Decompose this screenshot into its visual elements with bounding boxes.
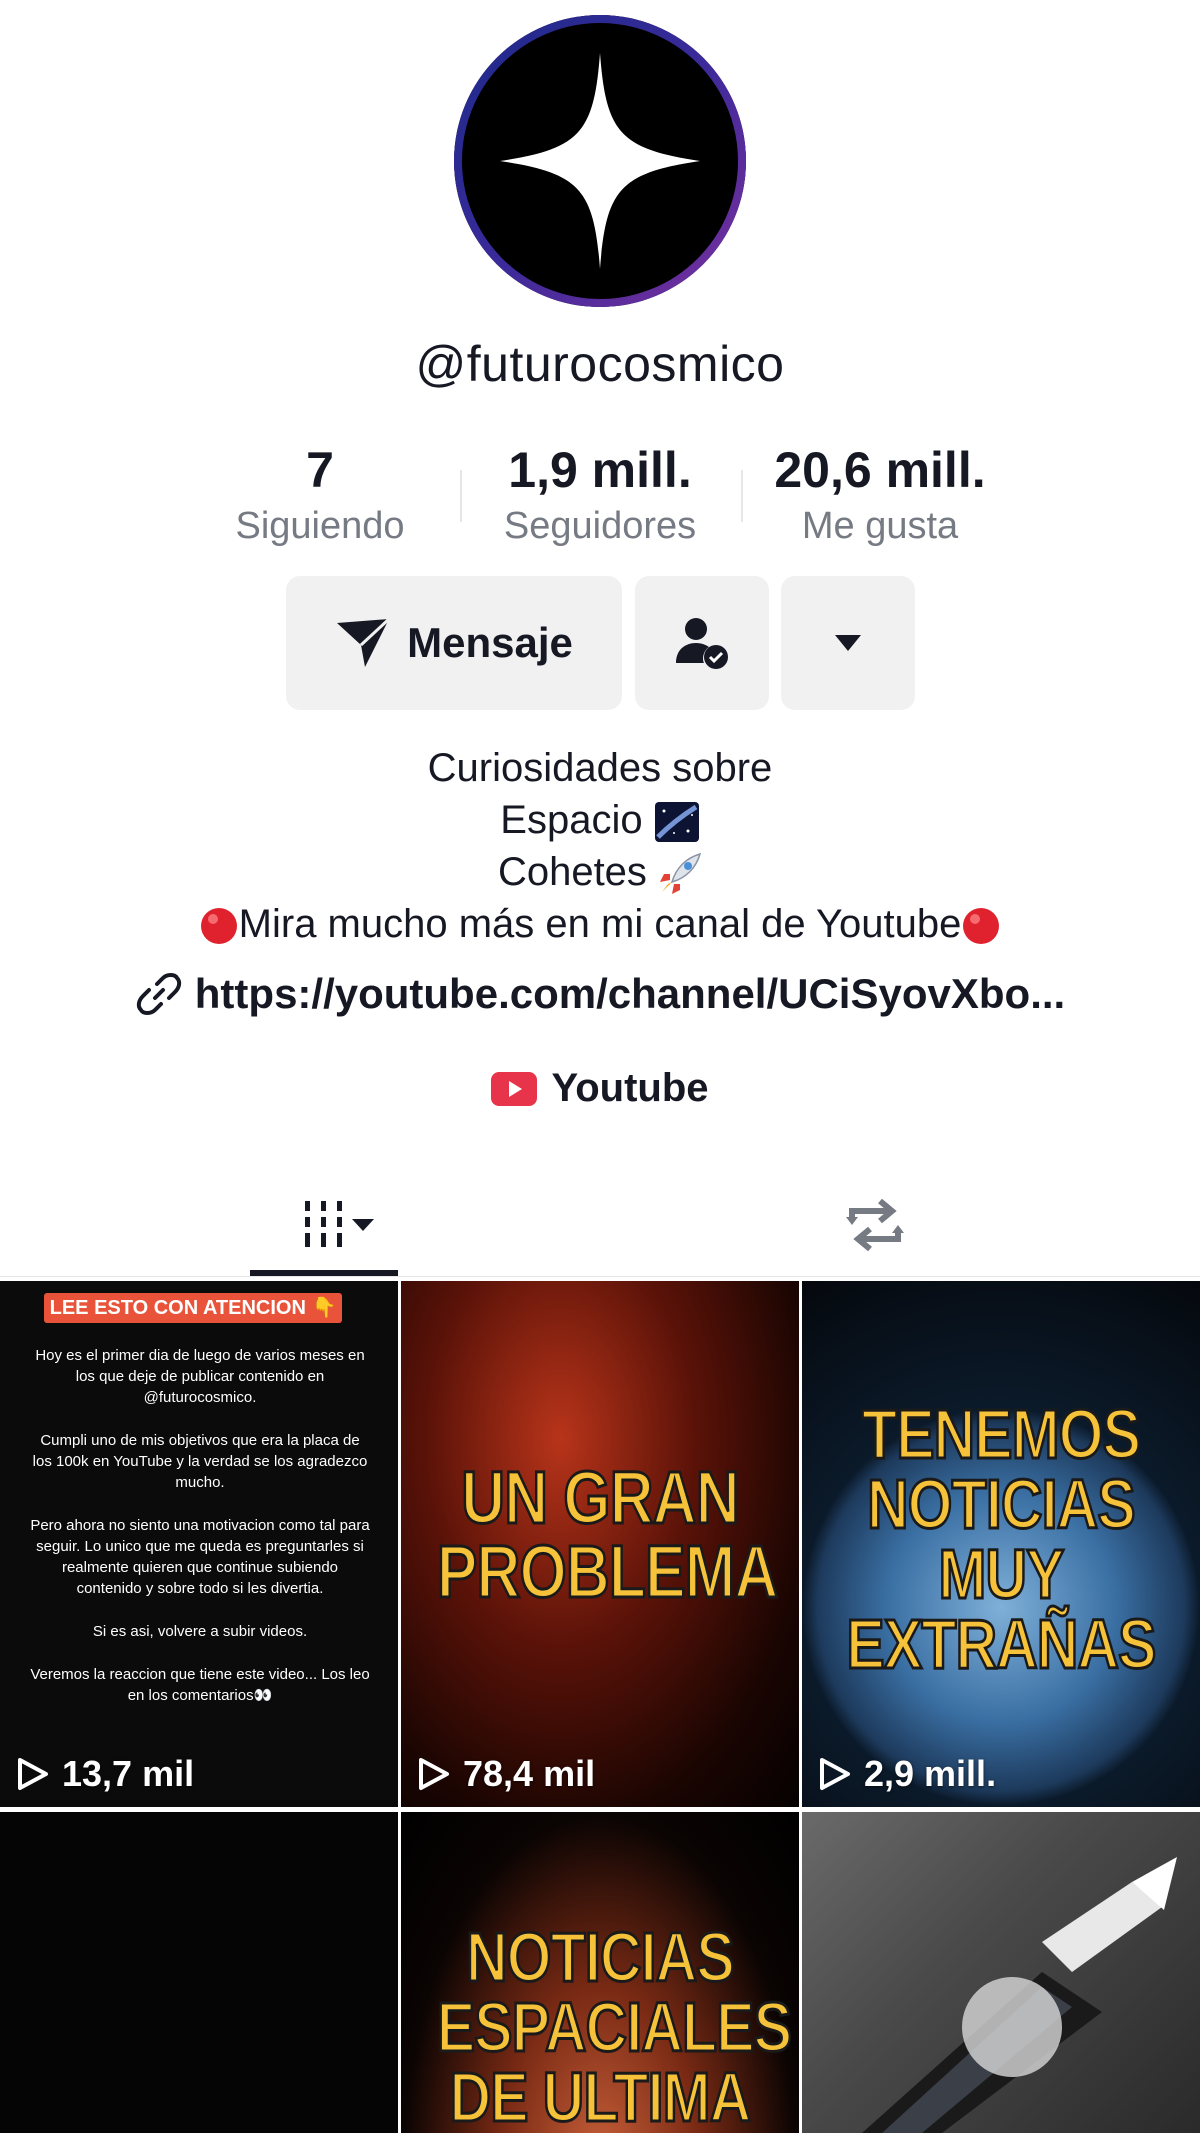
profile-link-url: https://youtube.com/channel/UCiSyovXbo..…: [194, 970, 1066, 1017]
rocket-icon: [660, 853, 702, 895]
bio-line-rockets: Cohetes: [0, 846, 1200, 898]
followers-label: Seguidores: [503, 505, 697, 547]
video-thumbnail[interactable]: LEE ESTO CON ATENCION 👇 Hoy es el primer…: [0, 1281, 398, 1807]
profile-bio: Curiosidades sobre Espacio Cohetes Mira …: [0, 742, 1200, 950]
play-icon: [18, 1758, 48, 1790]
sparkle-logo-icon: [454, 15, 746, 307]
bio-line: Curiosidades sobre: [427, 746, 773, 790]
youtube-icon: [491, 1071, 538, 1106]
more-options-button[interactable]: [781, 576, 915, 710]
stat-followers[interactable]: 1,9 mill. Seguidores: [460, 440, 740, 552]
video-title-line: EXTRAÑAS: [845, 1605, 1157, 1683]
video-thumbnail[interactable]: TENEMOS NOTICIAS MUY EXTRAÑAS 2,9 mill.: [802, 1281, 1200, 1807]
user-check-icon: [676, 618, 728, 669]
video-title-line: DE ULTIMA: [448, 2058, 752, 2133]
link-icon: [136, 973, 181, 1015]
view-count: 2,9 mill.: [818, 1753, 996, 1795]
youtube-social-link[interactable]: Youtube: [0, 1066, 1200, 1111]
caret-down-icon: [835, 635, 861, 651]
message-button[interactable]: Mensaje: [286, 576, 622, 710]
video-title-text: TENEMOS NOTICIAS MUY EXTRAÑAS: [838, 1395, 1164, 1683]
video-thumbnail[interactable]: [0, 1812, 398, 2133]
video-title-text: NOTICIAS ESPACIALES DE ULTIMA: [436, 1918, 794, 2133]
video-banner-text: LEE ESTO CON ATENCION 👇: [44, 1293, 342, 1323]
view-count: 13,7 mil: [16, 1753, 194, 1795]
video-thumbnail[interactable]: UN GRAN PROBLEMA 78,4 mil: [401, 1281, 799, 1807]
send-icon: [337, 617, 391, 667]
bio-line: Mira mucho más en mi canal de Youtube: [238, 902, 962, 946]
likes-count: 20,6 mill.: [774, 442, 986, 498]
play-icon: [820, 1758, 850, 1790]
likes-label: Me gusta: [801, 505, 959, 547]
profile-stats: 7 Siguiendo 1,9 mill. Seguidores 20,6 mi…: [0, 440, 1200, 560]
stat-likes[interactable]: 20,6 mill. Me gusta: [740, 440, 1020, 552]
play-icon: [419, 1758, 449, 1790]
video-title-line: NOTICIAS: [866, 1465, 1137, 1543]
tabs-divider: [0, 1276, 1200, 1277]
video-thumbnail[interactable]: [802, 1812, 1200, 2133]
profile-username: @futurocosmico: [415, 336, 785, 392]
video-title-line: NOTICIAS: [465, 1918, 736, 1996]
video-paragraph: Veremos la reaccion que tiene este video…: [30, 1666, 370, 1704]
milky-way-icon: [654, 802, 699, 843]
content-tabs: [0, 1170, 1200, 1280]
video-title-text: UN GRAN PROBLEMA: [436, 1456, 780, 1613]
caret-down-icon: [352, 1219, 374, 1231]
tab-reposts[interactable]: [800, 1170, 950, 1280]
following-label: Siguiendo: [235, 505, 405, 547]
video-title-line: UN GRAN: [460, 1456, 741, 1539]
message-button-label: Mensaje: [407, 619, 573, 666]
spacecraft-image: [862, 1857, 1177, 2133]
video-title-line: PROBLEMA: [436, 1530, 780, 1613]
view-count-text: 13,7 mil: [62, 1753, 195, 1794]
repost-icon: [846, 1198, 904, 1252]
bio-line-youtube: Mira mucho más en mi canal de Youtube: [0, 898, 1200, 950]
video-paragraph: Hoy es el primer dia de luego de varios …: [35, 1347, 365, 1406]
youtube-label: Youtube: [551, 1066, 709, 1110]
video-message-text: Hoy es el primer dia de luego de varios …: [30, 1345, 370, 1728]
tab-videos[interactable]: [250, 1170, 398, 1280]
view-count-text: 2,9 mill.: [864, 1753, 997, 1794]
view-count: 78,4 mil: [417, 1753, 595, 1795]
profile-avatar[interactable]: [454, 15, 746, 307]
video-paragraph: Si es asi, volvere a subir videos.: [92, 1623, 308, 1640]
video-title-line: MUY: [937, 1535, 1065, 1613]
following-count: 7: [306, 442, 334, 498]
view-count-text: 78,4 mil: [463, 1753, 596, 1794]
video-title-line: ESPACIALES: [436, 1988, 794, 2066]
bio-line-space: Espacio: [0, 794, 1200, 846]
video-thumbnail[interactable]: NOTICIAS ESPACIALES DE ULTIMA: [401, 1812, 799, 2133]
video-title-line: TENEMOS: [861, 1395, 1142, 1473]
video-paragraph: Cumpli uno de mis objetivos que era la p…: [32, 1432, 368, 1491]
stat-following[interactable]: 7 Siguiendo: [180, 440, 460, 552]
following-status-button[interactable]: [635, 576, 769, 710]
video-paragraph: Pero ahora no siento una motivacion como…: [30, 1517, 370, 1597]
bio-line: Cohetes: [497, 850, 647, 894]
red-circle-icon: [200, 908, 237, 945]
followers-count: 1,9 mill.: [508, 442, 692, 498]
bio-line: Espacio: [500, 798, 643, 842]
red-circle-icon: [963, 908, 1000, 945]
profile-link[interactable]: https://youtube.com/channel/UCiSyovXbo..…: [0, 970, 1200, 1018]
